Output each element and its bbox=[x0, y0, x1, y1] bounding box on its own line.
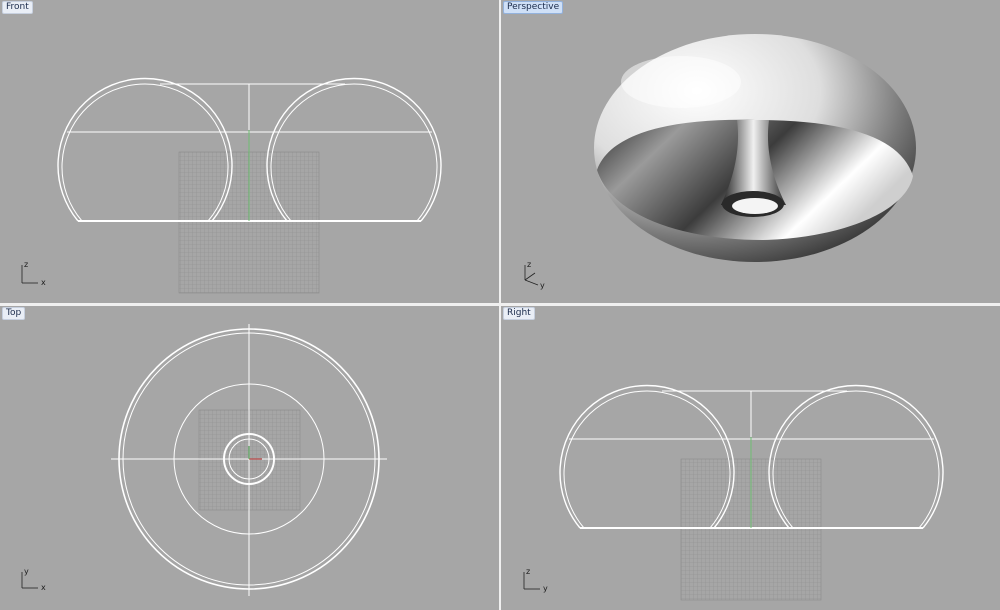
axis-label-vertical: y bbox=[24, 567, 29, 576]
axis-label-horizontal: x bbox=[41, 278, 46, 287]
axis-gizmo: y x bbox=[21, 567, 46, 592]
perspective-viewport-canvas[interactable]: z y bbox=[501, 0, 1000, 303]
torus-top-curves bbox=[111, 324, 387, 596]
torus-profile-curves bbox=[559, 384, 944, 529]
rhino-four-viewport-layout: Front z x Perspective z y Top y x Right … bbox=[0, 0, 1000, 610]
axis-label-vertical: z bbox=[526, 567, 530, 576]
perspective-viewport[interactable]: Perspective z y bbox=[501, 0, 1000, 303]
right-viewport-canvas[interactable]: z y bbox=[501, 306, 1000, 610]
axis-gizmo: z y bbox=[523, 567, 548, 593]
front-viewport-canvas[interactable]: z x bbox=[0, 0, 499, 303]
top-viewport-canvas[interactable]: y x bbox=[0, 306, 499, 610]
top-viewport[interactable]: Top y x bbox=[0, 306, 499, 610]
axis-label-vertical: z bbox=[24, 260, 28, 269]
axis-gizmo: z y bbox=[524, 260, 545, 290]
top-viewport-title[interactable]: Top bbox=[2, 307, 26, 320]
axis-label-vertical: z bbox=[527, 260, 531, 269]
axis-label-horizontal: y bbox=[540, 281, 545, 290]
axis-gizmo: z x bbox=[21, 260, 46, 287]
torus-profile-curves bbox=[57, 77, 442, 222]
front-viewport[interactable]: Front z x bbox=[0, 0, 499, 303]
axis-label-horizontal: y bbox=[543, 584, 548, 593]
front-viewport-title[interactable]: Front bbox=[2, 1, 33, 14]
right-viewport[interactable]: Right z y bbox=[501, 306, 1000, 610]
right-viewport-title[interactable]: Right bbox=[503, 307, 535, 320]
perspective-viewport-title[interactable]: Perspective bbox=[503, 1, 564, 14]
axis-label-horizontal: x bbox=[41, 583, 46, 592]
torus-surface-render bbox=[594, 34, 916, 262]
